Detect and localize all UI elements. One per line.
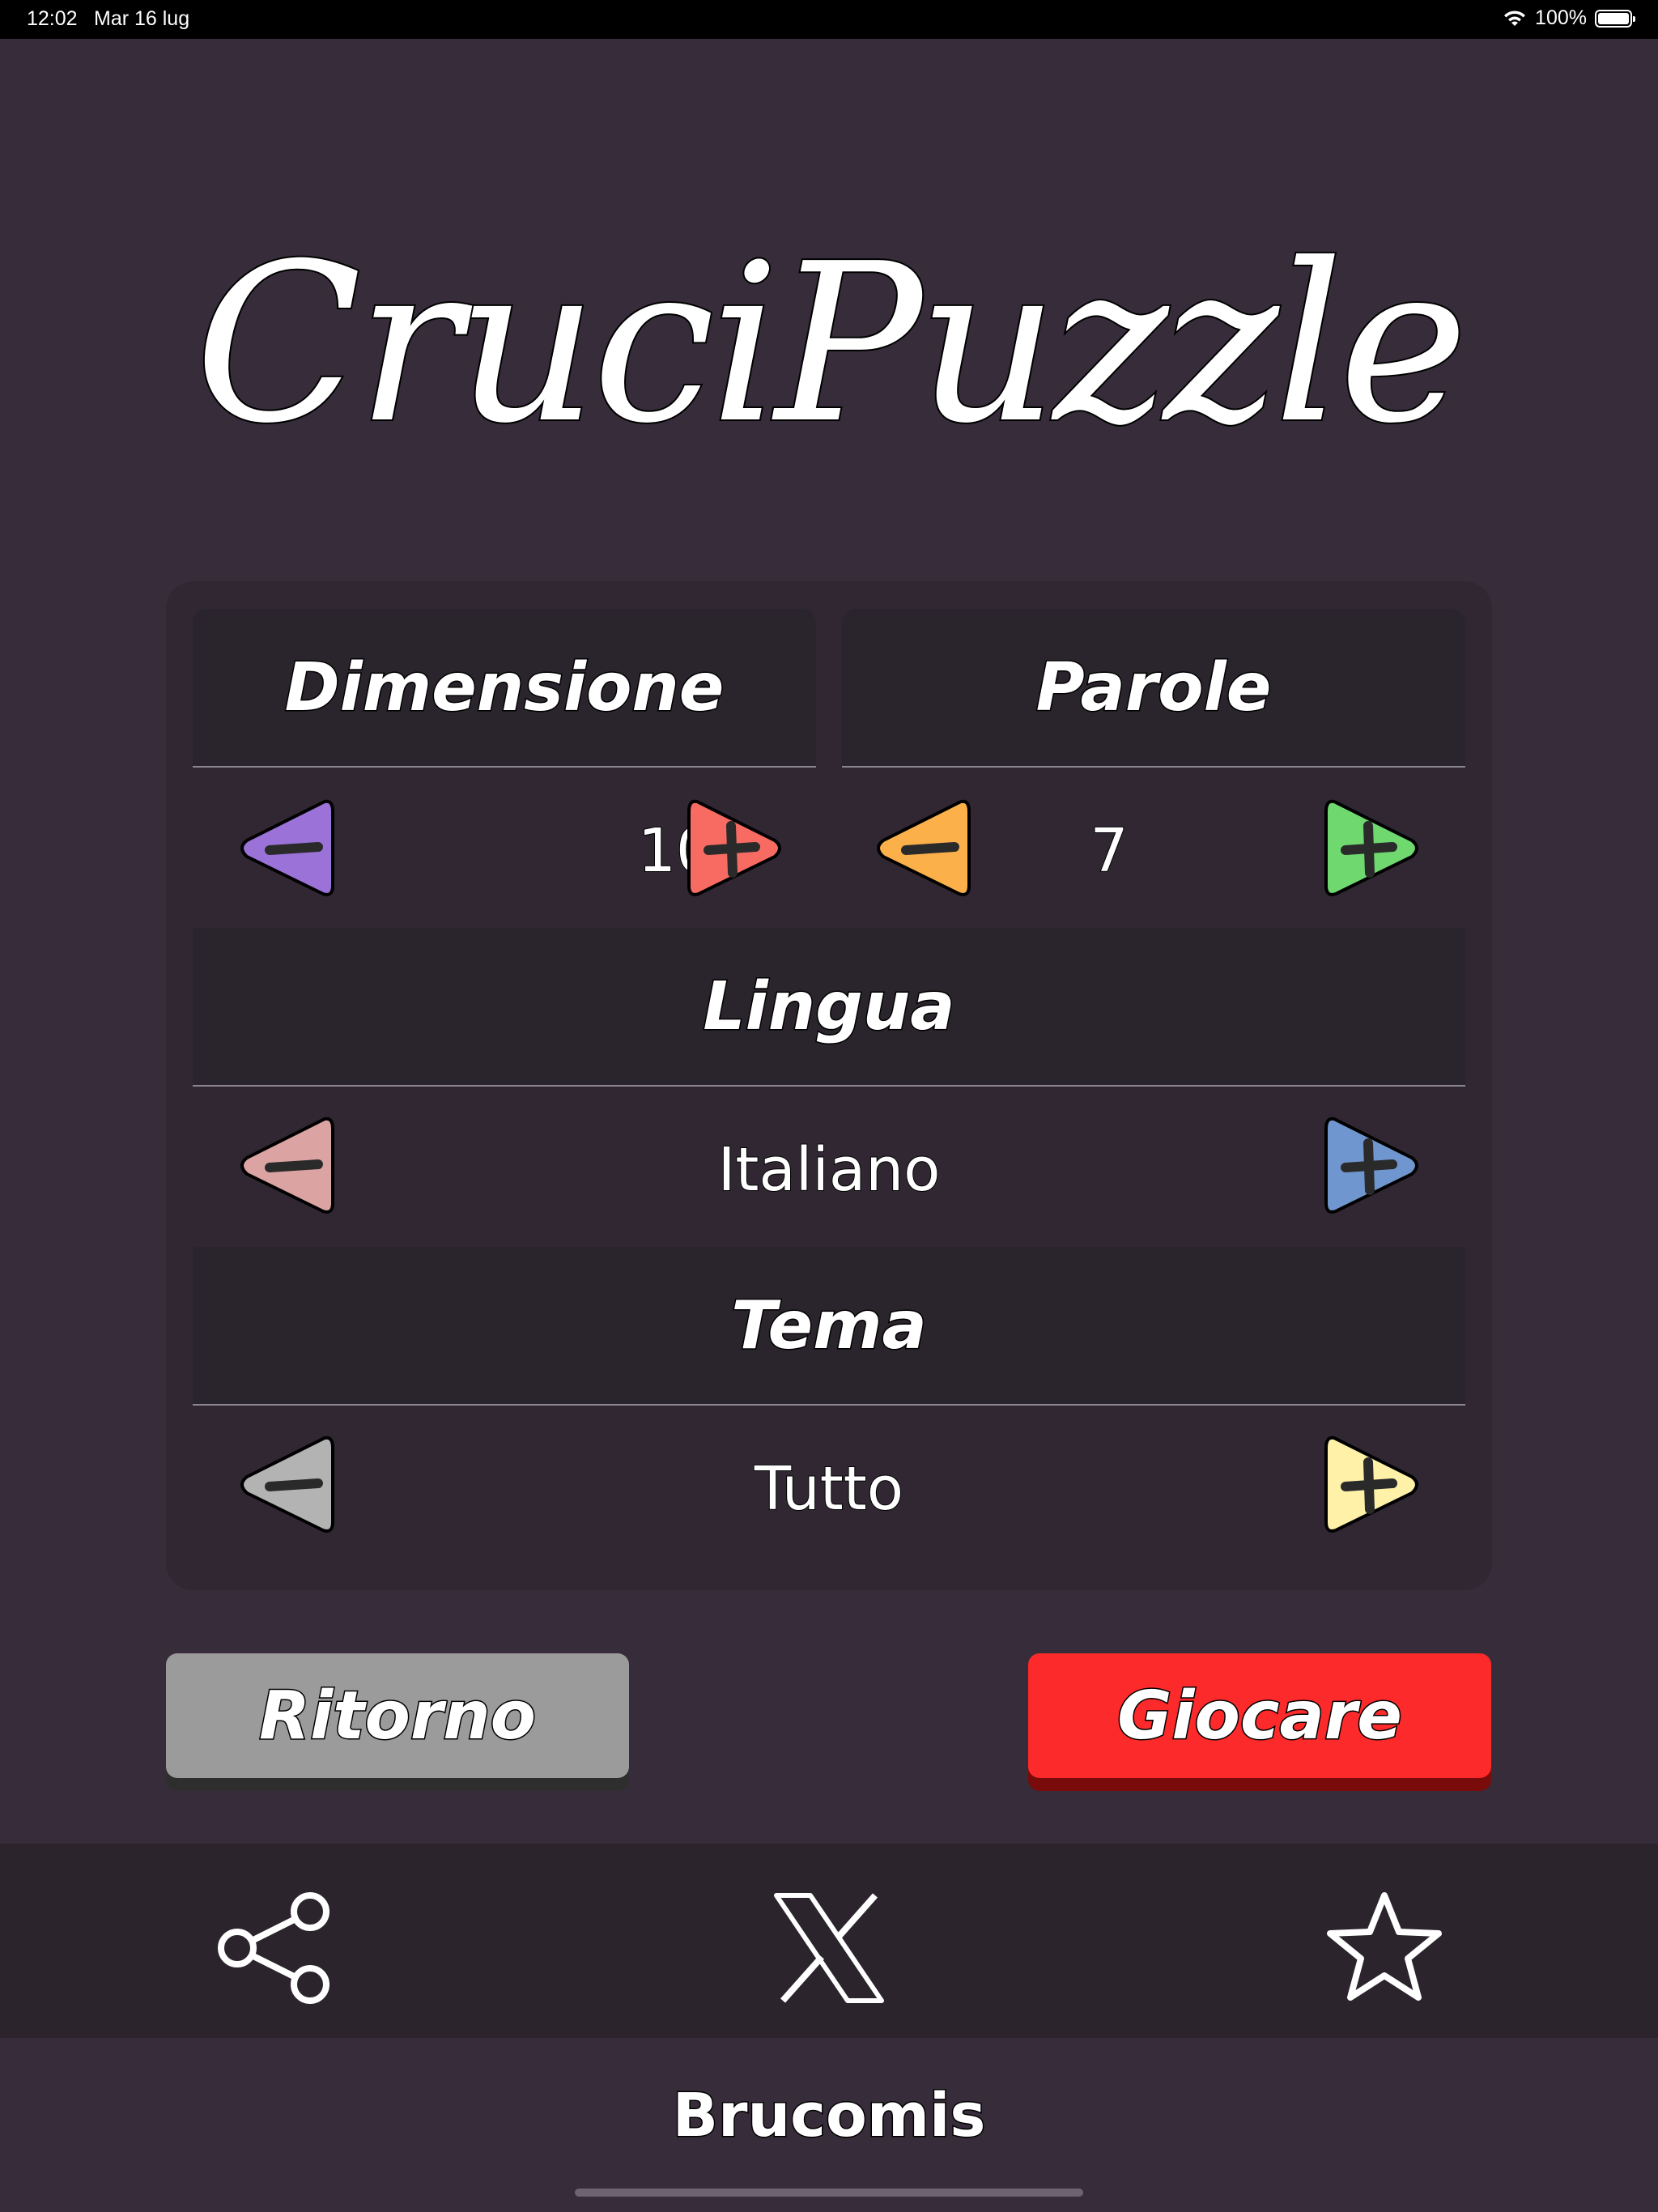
plus-icon	[1324, 799, 1418, 896]
tema-label: Tema	[730, 1286, 929, 1365]
dimensione-header: Dimensione	[193, 609, 816, 768]
battery-percent: 100%	[1535, 6, 1587, 29]
play-button[interactable]: Giocare	[1028, 1653, 1491, 1778]
back-button[interactable]: Ritorno	[166, 1653, 629, 1778]
tema-previous-button[interactable]	[237, 1430, 338, 1538]
tema-value: Tutto	[754, 1453, 904, 1525]
battery-icon	[1595, 9, 1635, 28]
status-right: 100%	[1503, 6, 1635, 30]
x-logo-icon[interactable]	[768, 1887, 890, 2009]
star-icon[interactable]	[1324, 1887, 1445, 2009]
tema-next-button[interactable]	[1321, 1430, 1422, 1538]
plus-icon	[1324, 1117, 1418, 1214]
brand-label: Brucomis	[671, 2080, 987, 2152]
lingua-label: Lingua	[702, 967, 956, 1046]
parole-increase-button[interactable]	[1321, 793, 1422, 902]
lingua-value: Italiano	[717, 1134, 942, 1206]
app-title: CruciPuzzle	[193, 216, 1469, 471]
lingua-next-button[interactable]	[1321, 1111, 1422, 1219]
plus-icon	[1324, 1436, 1418, 1533]
dimensione-label: Dimensione	[283, 648, 725, 727]
minus-icon	[240, 1436, 334, 1533]
share-icon[interactable]	[213, 1887, 334, 2009]
minus-icon	[240, 799, 334, 896]
back-button-label: Ritorno	[258, 1676, 538, 1755]
status-time: 12:02	[27, 7, 78, 30]
bottom-bar	[0, 1844, 1658, 2038]
dimensione-decrease-button[interactable]	[237, 793, 338, 902]
dimensione-value: 10	[637, 815, 715, 887]
lingua-previous-button[interactable]	[237, 1111, 338, 1219]
settings-panel: Dimensione Parole 10 7 Lingua Italiano T…	[166, 581, 1492, 1590]
home-indicator[interactable]	[575, 2189, 1083, 2197]
status-date: Mar 16 lug	[94, 7, 190, 30]
dimensione-increase-button[interactable]	[684, 793, 784, 902]
wifi-icon	[1504, 10, 1526, 26]
parole-value: 7	[1089, 815, 1129, 887]
plus-icon	[687, 799, 781, 896]
tema-header: Tema	[193, 1247, 1465, 1406]
play-button-label: Giocare	[1116, 1676, 1404, 1755]
lingua-header: Lingua	[193, 928, 1465, 1087]
minus-icon	[240, 1117, 334, 1214]
status-bar: 12:02 Mar 16 lug 100%	[0, 0, 1658, 39]
parole-header: Parole	[842, 609, 1465, 768]
parole-label: Parole	[1035, 648, 1273, 727]
